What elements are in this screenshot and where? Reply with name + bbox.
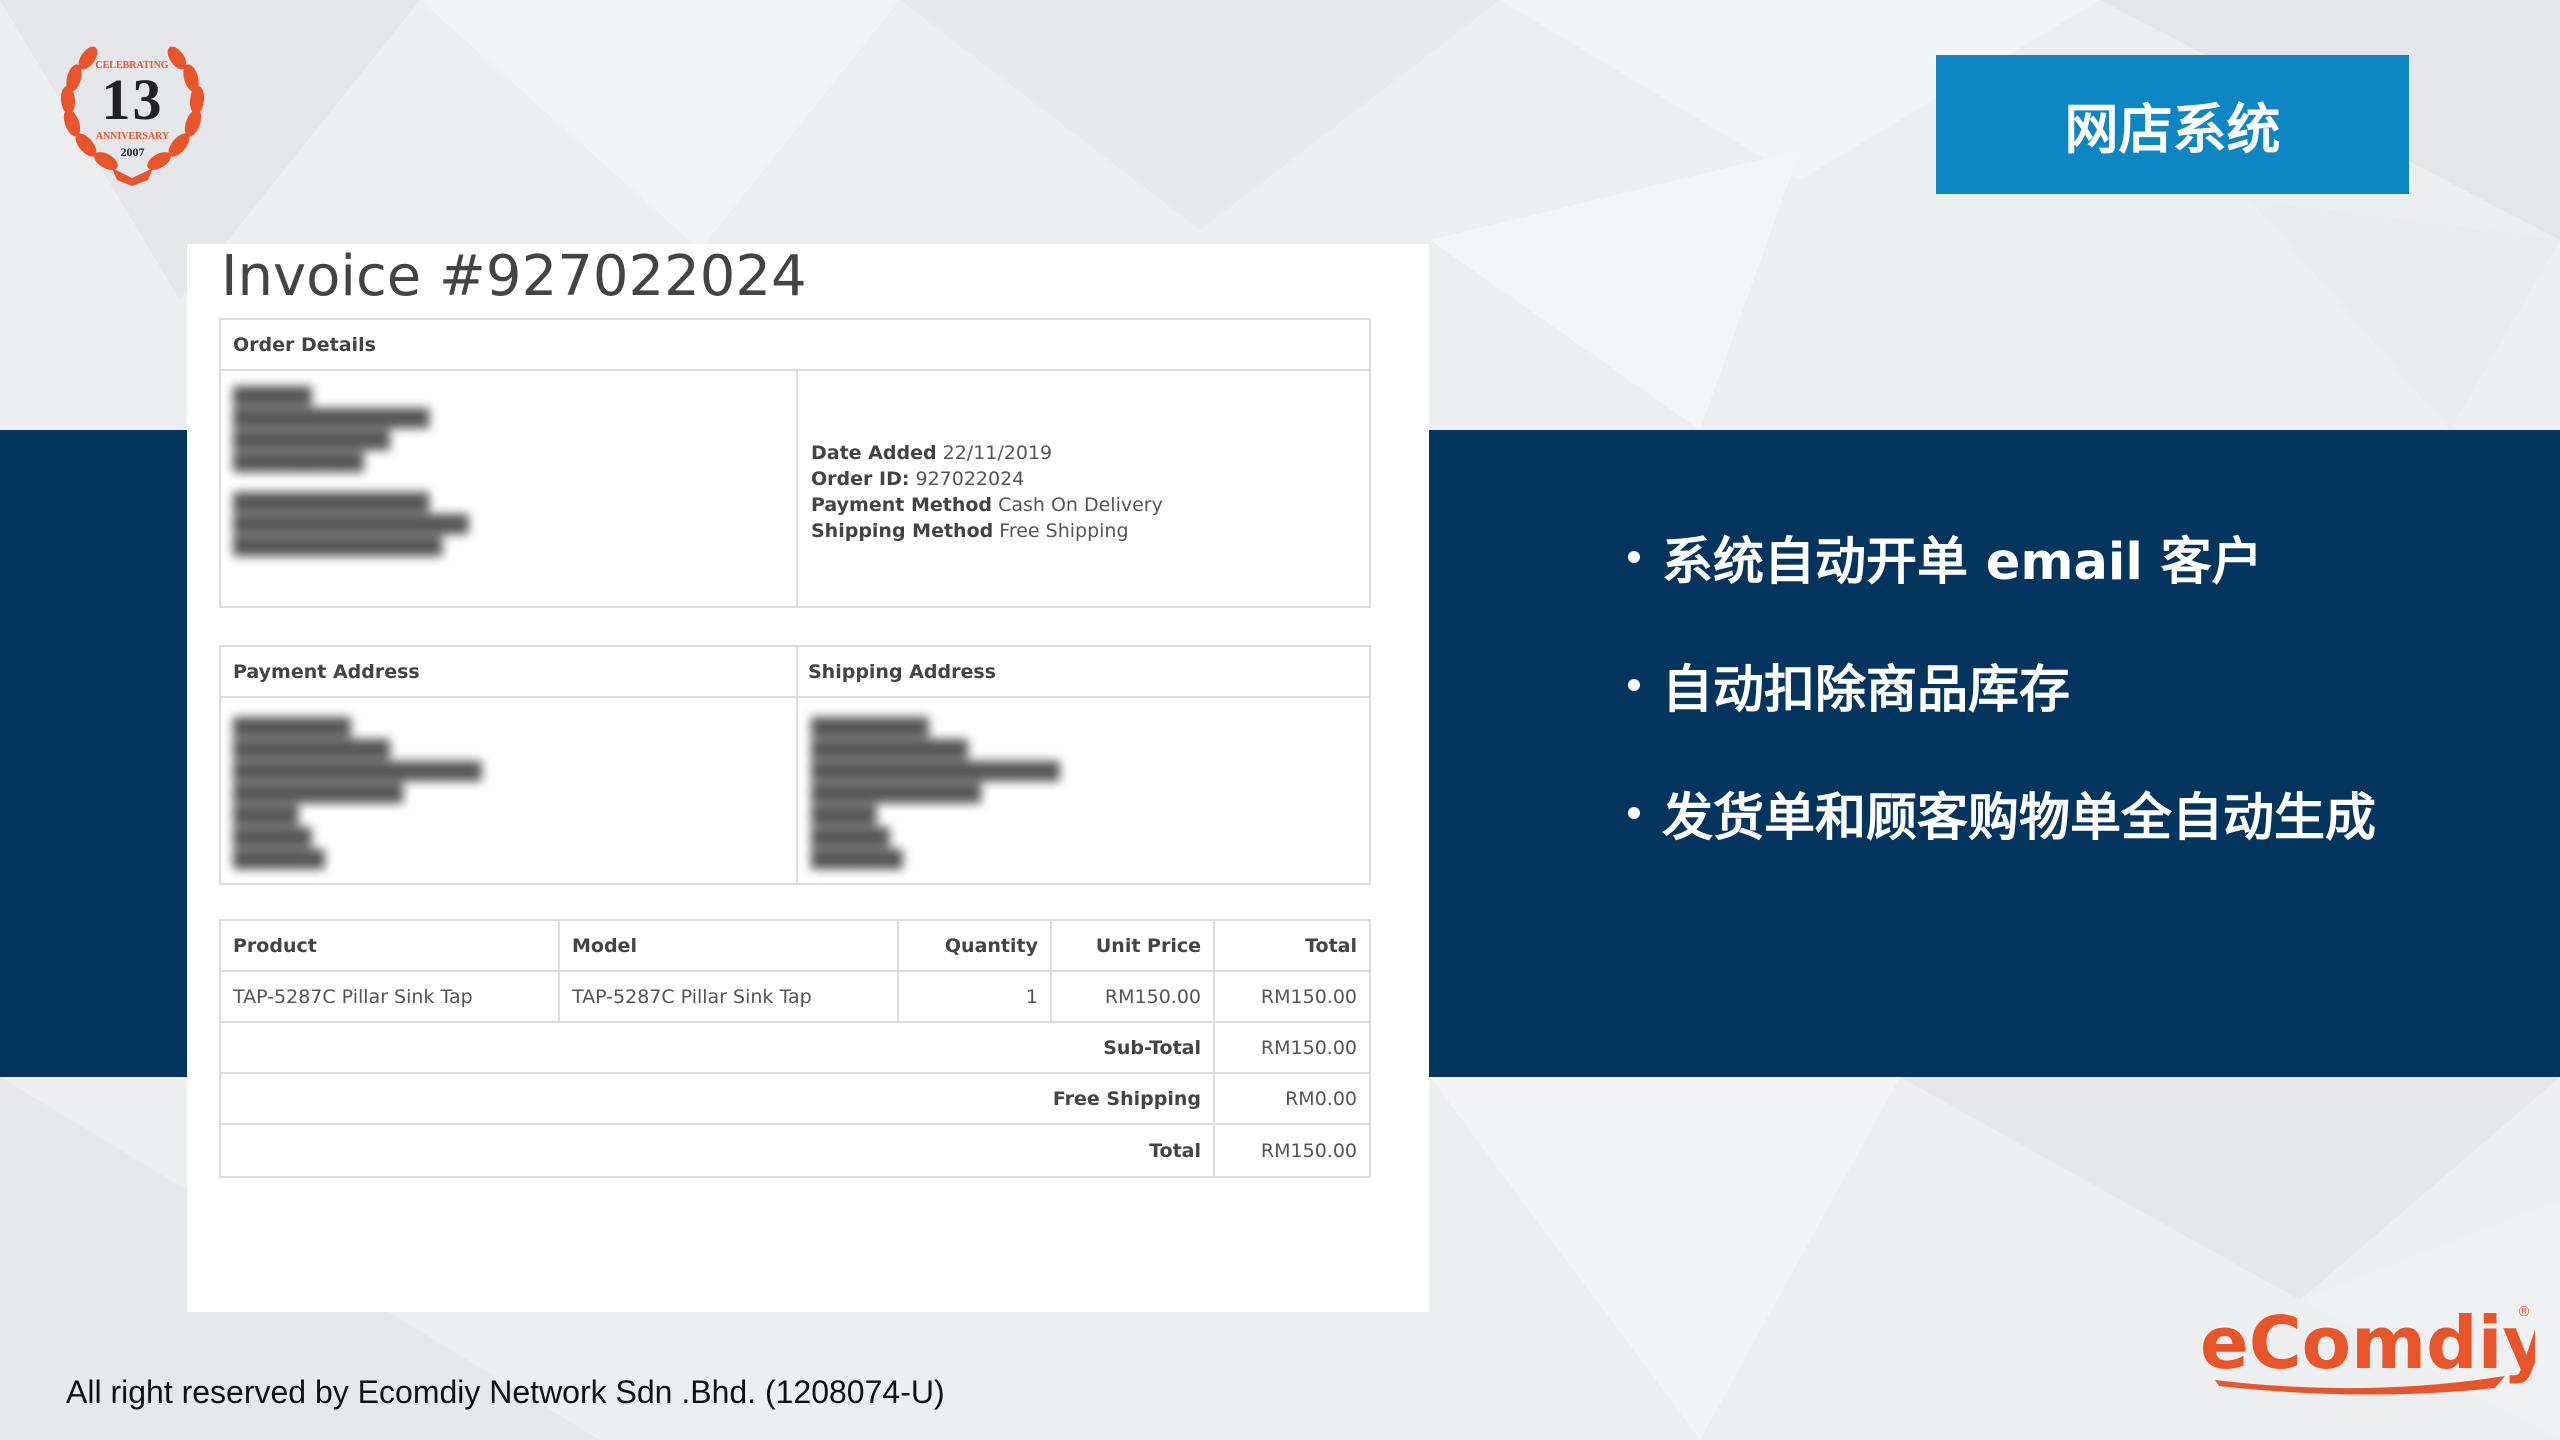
feature-list: 系统自动开单 email 客户 自动扣除商品库存 发货单和顾客购物单全自动生成 bbox=[1628, 520, 2528, 904]
redacted-store-info: ██████ ███████████████ ████████████ ████… bbox=[233, 387, 469, 557]
anniversary-badge: CELEBRATING 13 ANNIVERSARY 2007 bbox=[50, 28, 215, 188]
redacted-shipping-address: █████████ ████████████ ███████████████████… bbox=[811, 718, 1060, 870]
badge-year: 2007 bbox=[120, 145, 145, 159]
payment-address-header: Payment Address bbox=[233, 660, 420, 683]
feature-text: 自动扣除商品库存 bbox=[1662, 661, 2071, 720]
svg-text:®: ® bbox=[2517, 1304, 2531, 1320]
table-header-row: Product Model Quantity Unit Price Total bbox=[221, 921, 1369, 972]
order-details-header: Order Details bbox=[233, 333, 376, 356]
payment-method-value: Cash On Delivery bbox=[998, 494, 1163, 516]
order-id-value: 927022024 bbox=[915, 468, 1025, 490]
order-id-label: Order ID: bbox=[811, 468, 910, 490]
feature-item: 自动扣除商品库存 bbox=[1628, 648, 2528, 722]
product-model: TAP-5287C Pillar Sink Tap bbox=[560, 972, 899, 1021]
address-table: Payment Address Shipping Address ███████… bbox=[219, 645, 1371, 885]
column-header: Total bbox=[1305, 934, 1357, 957]
ecomdiy-logo: eComdiy ® bbox=[2195, 1290, 2549, 1400]
badge-number: 13 bbox=[101, 67, 164, 132]
product-name: TAP-5287C Pillar Sink Tap bbox=[221, 972, 560, 1021]
shipping-value: RM0.00 bbox=[1285, 1087, 1357, 1110]
product-unit-price: RM150.00 bbox=[1052, 972, 1215, 1021]
feature-text: 系统自动开单 email 客户 bbox=[1662, 533, 2263, 592]
copyright-footer: All right reserved by Ecomdiy Network Sd… bbox=[66, 1374, 945, 1410]
product-total: RM150.00 bbox=[1260, 985, 1357, 1008]
column-header: Product bbox=[221, 921, 560, 970]
subtotal-value: RM150.00 bbox=[1260, 1036, 1357, 1059]
payment-method-label: Payment Method bbox=[811, 494, 993, 516]
shipping-method-label: Shipping Method bbox=[811, 520, 994, 542]
badge-anniversary: ANNIVERSARY bbox=[95, 131, 170, 142]
order-info: Date Added 22/11/2019 Order ID: 92702202… bbox=[811, 440, 1163, 544]
invoice-screenshot: Invoice #927022024 Order Details ██████ … bbox=[187, 244, 1429, 1312]
shipping-address-header: Shipping Address bbox=[808, 660, 996, 683]
subtotal-row: Sub-Total RM150.00 bbox=[221, 1023, 1369, 1074]
bullet-icon bbox=[1628, 679, 1640, 691]
slide-title: 网店系统 bbox=[1936, 55, 2409, 194]
feature-item: 发货单和顾客购物单全自动生成 bbox=[1628, 776, 2528, 850]
subtotal-label: Sub-Total bbox=[221, 1023, 1215, 1072]
product-quantity: 1 bbox=[899, 972, 1052, 1021]
date-added-label: Date Added bbox=[811, 442, 937, 464]
total-label: Total bbox=[221, 1125, 1215, 1176]
brand-name-text: eComdiy bbox=[2200, 1301, 2535, 1385]
brand-logo-icon: eComdiy ® bbox=[2200, 1301, 2549, 1395]
shipping-method-value: Free Shipping bbox=[999, 520, 1129, 542]
date-added-value: 22/11/2019 bbox=[942, 442, 1053, 464]
bullet-icon bbox=[1628, 807, 1640, 819]
column-header: Model bbox=[560, 921, 899, 970]
shipping-label: Free Shipping bbox=[221, 1074, 1215, 1123]
total-row: Total RM150.00 bbox=[221, 1125, 1369, 1176]
redacted-payment-address: █████████ ████████████ ███████████████████… bbox=[233, 718, 482, 870]
column-header: Quantity bbox=[899, 921, 1052, 970]
order-details-table: Order Details ██████ ███████████████ ███… bbox=[219, 318, 1371, 608]
column-header: Unit Price bbox=[1052, 921, 1215, 970]
products-table: Product Model Quantity Unit Price Total … bbox=[219, 919, 1371, 1178]
invoice-title: Invoice #927022024 bbox=[221, 244, 807, 309]
feature-text: 发货单和顾客购物单全自动生成 bbox=[1662, 789, 2377, 848]
table-row: TAP-5287C Pillar Sink Tap TAP-5287C Pill… bbox=[221, 972, 1369, 1023]
total-value: RM150.00 bbox=[1260, 1139, 1357, 1162]
bullet-icon bbox=[1628, 551, 1640, 563]
shipping-row: Free Shipping RM0.00 bbox=[221, 1074, 1369, 1125]
feature-item: 系统自动开单 email 客户 bbox=[1628, 520, 2528, 594]
